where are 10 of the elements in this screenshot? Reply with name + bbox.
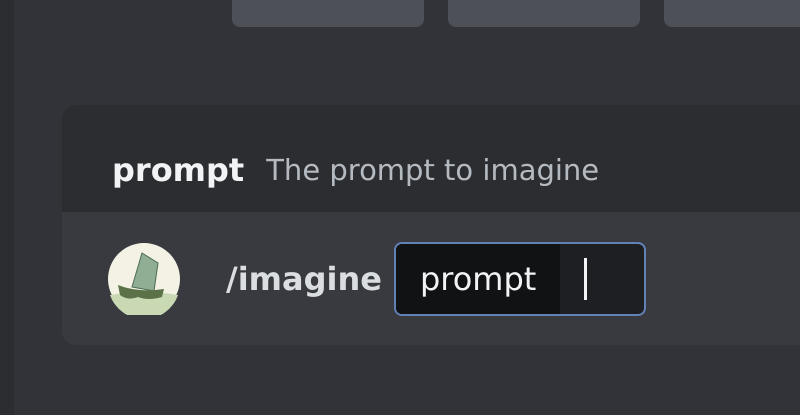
- button-tile[interactable]: [232, 0, 424, 27]
- command-name: /imagine: [226, 260, 382, 298]
- option-name: prompt: [112, 150, 244, 190]
- text-cursor: [584, 258, 588, 300]
- boat-avatar-icon: [108, 242, 180, 314]
- button-tile[interactable]: [448, 0, 640, 27]
- option-description: The prompt to imagine: [266, 152, 600, 189]
- input-field[interactable]: prompt: [394, 242, 646, 316]
- button-tile[interactable]: [664, 0, 800, 27]
- option-chip[interactable]: prompt: [396, 244, 560, 314]
